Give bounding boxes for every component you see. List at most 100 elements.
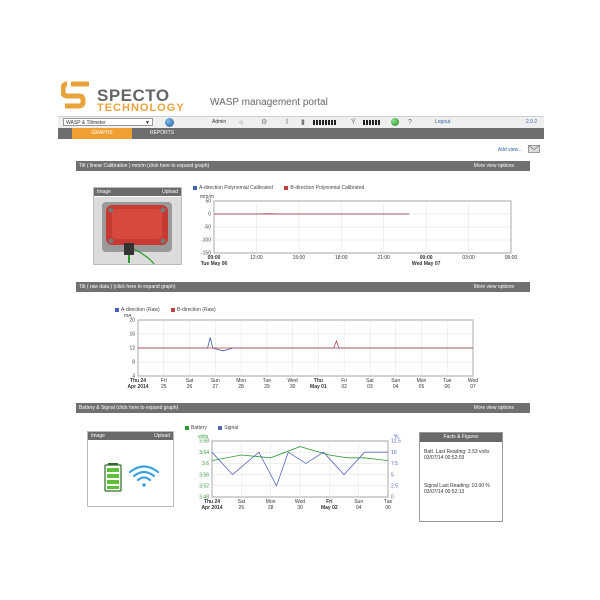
logout-link[interactable]: Logout: [435, 119, 450, 125]
y-tick-label: 3.64: [199, 450, 209, 456]
y2-tick-label: 2.5: [391, 484, 398, 490]
x-tick-label: 18:00: [335, 255, 348, 261]
main-tabs: GRAPHS REPORTS: [58, 128, 544, 139]
x-tick-label-secondary: 02: [341, 384, 347, 390]
y-tick-label: 3.52: [199, 484, 209, 490]
x-tick-label-secondary: 07: [470, 384, 476, 390]
help-icon[interactable]: ?: [408, 118, 412, 127]
facts-header: Facts & Figures: [420, 433, 502, 442]
tab-graphs[interactable]: GRAPHS: [72, 128, 132, 139]
battery-last-reading-time: 03/07/14 00:52:03: [424, 455, 465, 461]
x-tick-label-secondary: 30: [297, 505, 303, 511]
y2-tick-label: 5: [391, 472, 394, 478]
x-tick-label-secondary: Tue May 06: [201, 261, 228, 267]
more-view-options-link[interactable]: More view options: [474, 403, 514, 413]
legend-label: B-direction (Raw): [177, 307, 216, 313]
x-tick-label: 21:00: [377, 255, 390, 261]
x-tick-label-secondary: 26: [187, 384, 193, 390]
tiltmeter-device-image: [94, 197, 181, 264]
status-online-icon: [391, 118, 399, 126]
x-tick-label-secondary: 03: [367, 384, 373, 390]
image-panel-tiltmeter: Image Upload: [93, 187, 182, 265]
x-tick-label-secondary: 06: [385, 505, 391, 511]
portal-page: SPECTO TECHNOLOGY WASP management portal…: [58, 72, 544, 522]
envelope-icon[interactable]: [528, 145, 540, 153]
legend-swatch: [171, 307, 176, 312]
legend-item-b-raw[interactable]: B-direction (Raw): [171, 307, 216, 313]
image-panel-label: Image: [91, 433, 105, 439]
legend-swatch: [193, 185, 197, 190]
x-tick-label: 12:00: [250, 255, 263, 261]
upload-link[interactable]: Upload: [154, 432, 170, 440]
x-tick-label-secondary: May 02: [321, 505, 338, 511]
x-tick-label-secondary: Wed May 07: [412, 261, 441, 267]
add-view-link[interactable]: Add view...: [498, 147, 522, 153]
more-view-options-link[interactable]: More view options: [474, 282, 514, 292]
portal-title: WASP management portal: [210, 97, 328, 108]
x-tick-label-secondary: 28: [268, 505, 274, 511]
y-tick-label: 8: [132, 360, 135, 366]
y-tick-label: 0: [208, 212, 211, 218]
globe-icon[interactable]: [165, 118, 174, 127]
x-tick-label: 03:00: [462, 255, 475, 261]
user-name[interactable]: Admin: [212, 119, 226, 125]
x-tick-label: 15:00: [293, 255, 306, 261]
section-header-battery-signal[interactable]: Battery & Signal (click here to expand g…: [76, 403, 530, 413]
settings-icon[interactable]: ⚙: [261, 118, 267, 127]
upload-link[interactable]: Upload: [162, 188, 178, 196]
y-tick-label: 3.56: [199, 472, 209, 478]
sun-icon[interactable]: ☼: [238, 118, 244, 127]
battery-large-icon: [104, 463, 122, 492]
legend-item-b-calibrated[interactable]: B-direction Polynomial Calibrated: [284, 185, 364, 191]
legend-item-a-calibrated[interactable]: A-direction Polynomial Calibrated: [193, 185, 273, 191]
image-panel-battery-signal: Image Upload: [87, 431, 174, 507]
tab-reports[interactable]: REPORTS: [132, 128, 192, 139]
x-tick-label-secondary: 06: [444, 384, 450, 390]
legend-swatch: [284, 185, 289, 190]
legend-item-a-raw[interactable]: A-direction (Raw): [115, 307, 160, 313]
section-header-tilt-calibrated[interactable]: Tilt ( linear Calibration ) mm/m (click …: [76, 161, 530, 171]
x-tick-label-secondary: Apr 2014: [127, 384, 148, 390]
device-select[interactable]: WASP & Tiltmeter ▼: [63, 118, 153, 126]
legend-swatch: [185, 425, 189, 430]
x-tick-label-secondary: 25: [161, 384, 167, 390]
image-panel-header: Image Upload: [94, 188, 181, 196]
x-tick-label-secondary: 04: [356, 505, 362, 511]
specto-logo-icon: [60, 81, 89, 109]
x-tick-label-secondary: 04: [393, 384, 399, 390]
signal-last-reading-time: 03/07/14 00:52:13: [424, 489, 465, 495]
legend-swatch: [115, 307, 119, 312]
x-tick-label-secondary: 28: [238, 384, 244, 390]
download-icon[interactable]: ⇩: [284, 118, 290, 127]
y-axis-label: mA: [124, 314, 132, 319]
x-tick-label-secondary: 05: [419, 384, 425, 390]
specto-logo: SPECTO TECHNOLOGY: [60, 80, 191, 114]
battery-signal-image: [104, 463, 160, 492]
facts-figures-panel: Facts & Figures Batt. Last Reading: 3.53…: [419, 432, 503, 522]
y-axis-label: volts: [198, 434, 209, 440]
x-tick-label-secondary: Apr 2014: [201, 505, 222, 511]
signal-icon: Ÿ: [351, 119, 356, 126]
chevron-down-icon: ▼: [145, 120, 150, 126]
legend-label: A-direction (Raw): [121, 307, 160, 313]
x-tick-label-secondary: 30: [290, 384, 296, 390]
legend-swatch: [218, 425, 223, 430]
y2-tick-label: 10: [391, 450, 397, 456]
x-tick-label: 06:00: [505, 255, 518, 261]
chart-tilt-raw: 20161284mAThu 24Apr 2014Fri25Sat26Sun27M…: [124, 314, 478, 390]
chart-battery-signal: 3.683.643.63.563.523.48volts12.5107.552.…: [198, 434, 401, 511]
legend-tilt-raw: A-direction (Raw) B-direction (Raw): [115, 307, 216, 313]
battery-level-indicator: [313, 120, 337, 125]
section-title: Tilt ( raw data ) (click here to expand …: [79, 284, 176, 290]
y-tick-label: 12: [129, 346, 135, 352]
image-panel-label: Image: [97, 189, 111, 195]
chart-tilt-calibrated: 500-50-100-150mm/m09:00Tue May 0612:00 15…: [200, 194, 518, 267]
y-tick-label: 16: [129, 332, 135, 338]
wifi-signal-icon: [128, 465, 160, 487]
y2-axis-label: %: [394, 434, 399, 440]
legend-tilt-calibrated: A-direction Polynomial Calibrated B-dire…: [193, 185, 364, 191]
more-view-options-link[interactable]: More view options: [474, 161, 514, 171]
y-tick-label: -100: [201, 238, 211, 244]
section-title: Tilt ( linear Calibration ) mm/m (click …: [79, 163, 210, 169]
section-header-tilt-raw[interactable]: Tilt ( raw data ) (click here to expand …: [76, 282, 530, 292]
